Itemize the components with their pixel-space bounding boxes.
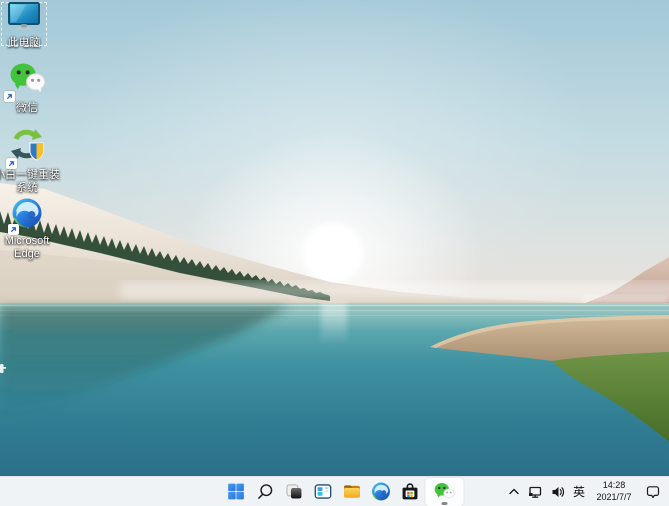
taskbar-center-buttons — [221, 477, 464, 506]
desktop-icon-wechat[interactable]: 微信 — [1, 60, 53, 115]
widgets-button[interactable] — [308, 478, 337, 506]
desktop-icon-label: 微信 — [16, 102, 38, 114]
edge-swirl-icon — [8, 196, 44, 235]
wallpaper-image — [0, 0, 669, 476]
taskbar: 英 14:28 2021/7/7 — [0, 476, 669, 506]
clock-date: 2021/7/7 — [596, 491, 632, 502]
edge-button[interactable] — [366, 478, 395, 506]
shortcut-arrow-icon — [4, 91, 15, 102]
desktop-icon-label-line2: Edge — [14, 247, 40, 260]
network-button[interactable] — [527, 484, 543, 500]
monitor-icon — [7, 2, 41, 37]
clock-time: 14:28 — [602, 480, 626, 491]
widgets-panel-icon — [314, 484, 331, 499]
notification-center-button[interactable] — [645, 484, 661, 500]
speaker-icon — [552, 486, 565, 497]
hidden-icons-chevron[interactable] — [508, 486, 520, 497]
folder-icon — [343, 485, 360, 498]
search-button[interactable] — [250, 478, 279, 506]
store-button[interactable] — [395, 478, 424, 506]
system-tray: 英 14:28 2021/7/7 — [502, 477, 667, 506]
desktop[interactable]: 此电脑 微信 小白一键重装 系统 Microsoft Edge 英 14:28 … — [0, 0, 669, 506]
shopping-bag-icon — [402, 483, 417, 500]
running-indicator — [441, 502, 447, 505]
windows-logo-icon — [227, 483, 244, 500]
wechat-bubbles-icon — [434, 482, 455, 500]
edge-swirl-icon — [371, 482, 390, 501]
ethernet-network-icon — [528, 486, 542, 498]
shortcut-arrow-icon — [6, 158, 17, 169]
desktop-icon-label: Microsoft — [4, 235, 50, 247]
desktop-icon-label: 小白一键重装 — [0, 169, 60, 181]
recycle-arrows-shield-icon — [6, 128, 46, 169]
wechat-taskbar-button[interactable] — [425, 477, 463, 506]
overlapping-squares-icon — [286, 484, 301, 499]
chevron-up-icon — [509, 488, 519, 495]
file-explorer-button[interactable] — [337, 478, 366, 506]
wechat-bubbles-icon — [4, 60, 48, 102]
start-button[interactable] — [221, 478, 250, 506]
desktop-icon-this-pc[interactable]: 此电脑 — [1, 2, 47, 49]
desktop-icon-label-line2: 系统 — [16, 181, 38, 194]
magnifier-icon — [257, 484, 272, 499]
notification-bubble-icon — [646, 485, 660, 498]
desktop-icon-xiaobai-reinstall[interactable]: 小白一键重装 系统 — [0, 128, 60, 194]
desktop-icon-label: 此电脑 — [7, 37, 41, 49]
desktop-icon-microsoft-edge[interactable]: Microsoft Edge — [1, 196, 53, 260]
task-view-button[interactable] — [279, 478, 308, 506]
volume-button[interactable] — [550, 484, 566, 500]
taskbar-clock[interactable]: 14:28 2021/7/7 — [592, 480, 636, 503]
input-language-indicator[interactable]: 英 — [573, 486, 585, 498]
shortcut-arrow-icon — [8, 224, 19, 235]
